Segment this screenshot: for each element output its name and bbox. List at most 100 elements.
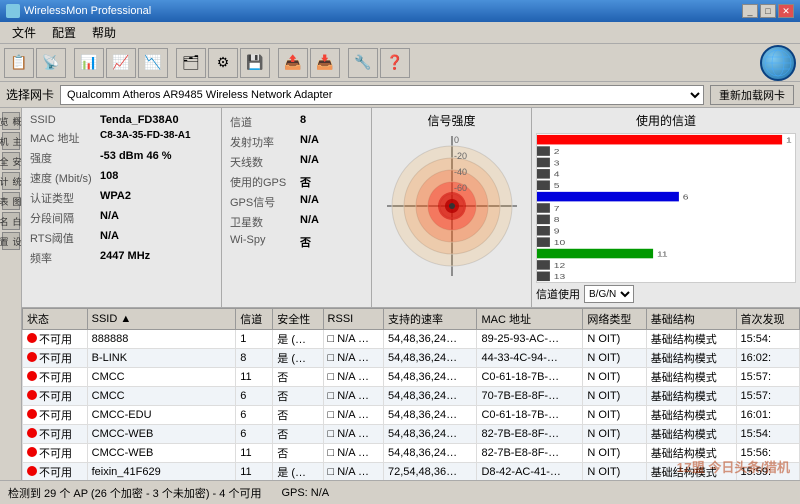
minimize-button[interactable]: _ xyxy=(742,4,758,18)
table-row[interactable]: 不可用CMCC-WEB11否□ N/A …54,48,36,24…82-7B-E… xyxy=(23,444,800,463)
reload-button[interactable]: 重新加载网卡 xyxy=(710,85,794,105)
strength-value: -53 dBm 46 % xyxy=(100,150,172,166)
app-icon xyxy=(6,4,20,18)
table-cell: 6 xyxy=(236,425,273,444)
table-row[interactable]: 不可用CMCC6否□ N/A …54,48,36,24…70-7B-E8-8F-… xyxy=(23,387,800,406)
table-cell: 是 (… xyxy=(273,349,323,368)
adapter-row: 选择网卡 Qualcomm Atheros AR9485 Wireless Ne… xyxy=(0,82,800,108)
table-cell: □ N/A … xyxy=(323,330,383,349)
table-cell: 44-33-4C-94-… xyxy=(477,349,583,368)
table-row[interactable]: 不可用feixin_41F62911是 (…□ N/A …72,54,48,36… xyxy=(23,463,800,481)
table-cell: 是 (… xyxy=(273,463,323,481)
table-cell: 54,48,36,24… xyxy=(383,387,476,406)
ap-count-text: 检测到 29 个 AP (26 个加密 - 3 个未加密) - 4 个可用 xyxy=(8,485,261,501)
sidebar-icon-2[interactable]: 主机 xyxy=(2,132,20,150)
strength-label: 强度 xyxy=(30,150,100,166)
sidebar: 概览 主机 安全 统计 图表 白名 设置 xyxy=(0,108,22,480)
globe-icon xyxy=(760,45,796,81)
status-text: 不可用 xyxy=(39,334,72,346)
table-row[interactable]: 不可用B-LINK8是 (…□ N/A …54,48,36,24…44-33-4… xyxy=(23,349,800,368)
maximize-button[interactable]: □ xyxy=(760,4,776,18)
status-text: 不可用 xyxy=(39,467,72,479)
table-cell: 54,48,36,24… xyxy=(383,406,476,425)
table-cell: 否 xyxy=(273,406,323,425)
table-row[interactable]: 不可用CMCC-WEB6否□ N/A …54,48,36,24…82-7B-E8… xyxy=(23,425,800,444)
auth-value: WPA2 xyxy=(100,190,131,206)
table-col-header: 状态 xyxy=(23,309,88,330)
table-row[interactable]: 不可用CMCC11否□ N/A …54,48,36,24…C0-61-18-7B… xyxy=(23,368,800,387)
table-cell: 54,48,36,24… xyxy=(383,330,476,349)
menu-file[interactable]: 文件 xyxy=(4,22,44,43)
toolbar-btn-10[interactable]: 📥 xyxy=(310,48,340,78)
table-cell: 54,48,36,24… xyxy=(383,425,476,444)
table-cell: 11 xyxy=(236,444,273,463)
toolbar-btn-6[interactable]: 🗂 xyxy=(176,48,206,78)
table-cell: 11 xyxy=(236,368,273,387)
sidebar-icon-4[interactable]: 统计 xyxy=(2,172,20,190)
ssid-label: SSID xyxy=(30,114,100,126)
table-cell: 不可用 xyxy=(23,425,88,444)
table-col-header: 网络类型 xyxy=(583,309,646,330)
gps-status-text: GPS: N/A xyxy=(281,487,329,499)
toolbar-btn-8[interactable]: 💾 xyxy=(240,48,270,78)
svg-text:4: 4 xyxy=(554,170,560,178)
channel-filter-label: 信道使用 xyxy=(536,286,580,302)
svg-text:1: 1 xyxy=(786,136,792,144)
sidebar-icon-6[interactable]: 白名 xyxy=(2,212,20,230)
table-cell: CMCC-EDU xyxy=(87,406,236,425)
table-cell: 11 xyxy=(236,463,273,481)
svg-text:12: 12 xyxy=(554,261,565,269)
menu-bar: 文件 配置 帮助 xyxy=(0,22,800,44)
close-button[interactable]: ✕ xyxy=(778,4,794,18)
toolbar: 📋 📡 📊 📈 📉 🗂 ⚙ 💾 📤 📥 🔧 ❓ xyxy=(0,44,800,82)
table-cell: B-LINK xyxy=(87,349,236,368)
sidebar-icon-7[interactable]: 设置 xyxy=(2,232,20,250)
table-cell: □ N/A … xyxy=(323,368,383,387)
toolbar-btn-2[interactable]: 📡 xyxy=(36,48,66,78)
toolbar-btn-5[interactable]: 📉 xyxy=(138,48,168,78)
table-col-header: 安全性 xyxy=(273,309,323,330)
status-text: 不可用 xyxy=(39,410,72,422)
table-cell: feixin_41F629 xyxy=(87,463,236,481)
table-cell: N OIT) xyxy=(583,444,646,463)
table-cell: 不可用 xyxy=(23,387,88,406)
table-cell: 16:02: xyxy=(736,349,800,368)
segment-label: 分段间隔 xyxy=(30,210,100,226)
table-row[interactable]: 不可用8888881是 (…□ N/A …54,48,36,24…89-25-9… xyxy=(23,330,800,349)
table-cell: 基础结构模式 xyxy=(646,463,736,481)
table-cell: N OIT) xyxy=(583,463,646,481)
table-cell: 否 xyxy=(273,444,323,463)
table-cell: □ N/A … xyxy=(323,444,383,463)
table-col-header: MAC 地址 xyxy=(477,309,583,330)
table-row[interactable]: 不可用CMCC-EDU6否□ N/A …54,48,36,24…C0-61-18… xyxy=(23,406,800,425)
gps-value: N/A xyxy=(300,194,319,210)
table-cell: 否 xyxy=(273,387,323,406)
mac-value: C8-3A-35-FD-38-A1 xyxy=(100,130,191,146)
toolbar-btn-9[interactable]: 📤 xyxy=(278,48,308,78)
table-cell: 不可用 xyxy=(23,444,88,463)
toolbar-btn-4[interactable]: 📈 xyxy=(106,48,136,78)
table-cell: 8 xyxy=(236,349,273,368)
toolbar-btn-help[interactable]: ❓ xyxy=(380,48,410,78)
channel-filter-select[interactable]: B/G/N A/N xyxy=(584,285,634,303)
sidebar-icon-3[interactable]: 安全 xyxy=(2,152,20,170)
mac-label: MAC 地址 xyxy=(30,130,100,146)
menu-help[interactable]: 帮助 xyxy=(84,22,124,43)
table-cell: 15:54: xyxy=(736,425,800,444)
table-cell: 基础结构模式 xyxy=(646,444,736,463)
table-cell: 基础结构模式 xyxy=(646,425,736,444)
table-cell: D8-42-AC-41-… xyxy=(477,463,583,481)
menu-config[interactable]: 配置 xyxy=(44,22,84,43)
toolbar-btn-3[interactable]: 📊 xyxy=(74,48,104,78)
adapter-select[interactable]: Qualcomm Atheros AR9485 Wireless Network… xyxy=(60,85,704,105)
table-cell: 不可用 xyxy=(23,368,88,387)
toolbar-btn-1[interactable]: 📋 xyxy=(4,48,34,78)
toolbar-btn-11[interactable]: 🔧 xyxy=(348,48,378,78)
status-dot xyxy=(27,390,37,400)
sidebar-icon-1[interactable]: 概览 xyxy=(2,112,20,130)
sidebar-icon-5[interactable]: 图表 xyxy=(2,192,20,210)
toolbar-btn-7[interactable]: ⚙ xyxy=(208,48,238,78)
table-cell: □ N/A … xyxy=(323,349,383,368)
table-col-header: RSSI xyxy=(323,309,383,330)
table-cell: N OIT) xyxy=(583,349,646,368)
